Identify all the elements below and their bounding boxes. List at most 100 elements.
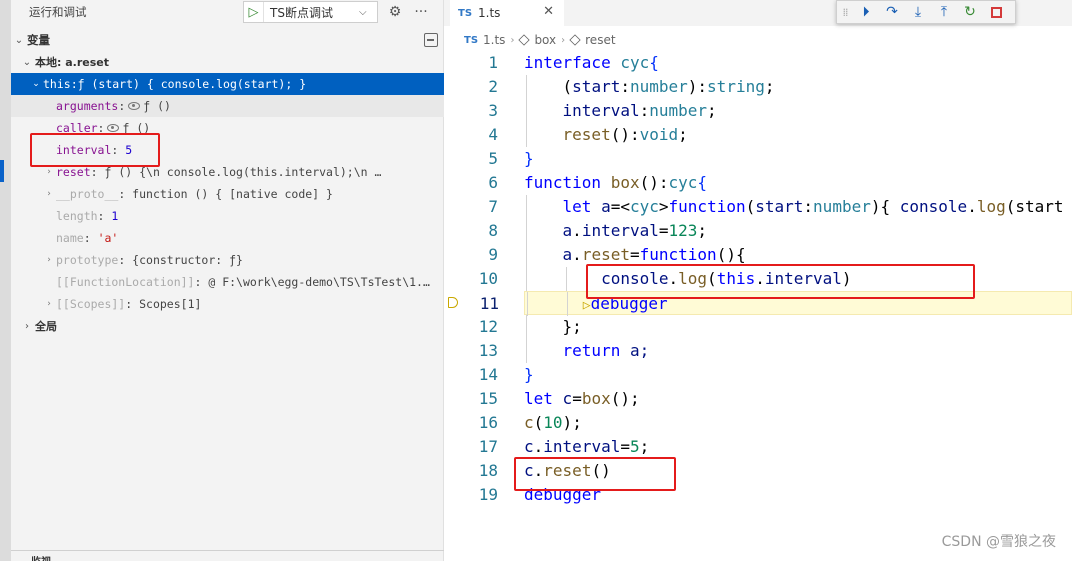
breadcrumb: TS 1.ts › box › reset [464, 30, 616, 50]
variable-key: length [56, 209, 98, 223]
step-over-icon[interactable]: ↷ [879, 1, 905, 23]
local-scope-header[interactable]: ⌄ 本地: a.reset [11, 51, 444, 73]
code-text: return a; [562, 341, 650, 360]
code-line[interactable]: 2 (start:number):string; [444, 75, 1072, 99]
code-line[interactable]: 3 interval:number; [444, 99, 1072, 123]
line-number: 16 [478, 413, 498, 432]
eye-icon[interactable] [107, 124, 120, 132]
line-number: 4 [488, 125, 498, 144]
variable-key: prototype [56, 253, 119, 267]
debug-sidebar: 运行和调试 ▷ TS断点调试 ⌵ ⚙ ··· ⌄ 变量 ⌄ 本地: a.rese… [0, 0, 444, 561]
variable-key: arguments [56, 99, 119, 113]
code-line[interactable]: 1 interface cyc{ [444, 51, 1072, 75]
code-text: } [524, 149, 534, 168]
chevron-right-icon: › [561, 34, 566, 46]
chevron-down-icon: ⌄ [22, 56, 32, 68]
variable-row-scopes[interactable]: › [[Scopes]]: Scopes[1] [11, 293, 444, 315]
variable-row-function-location[interactable]: [[FunctionLocation]]: @ F:\work\egg-demo… [11, 271, 444, 293]
typescript-file-icon: TS [458, 7, 473, 19]
variables-section-header[interactable]: ⌄ 变量 [11, 29, 444, 51]
code-text: }; [562, 317, 582, 336]
step-out-icon[interactable]: ⤒ [931, 1, 957, 23]
line-number: 1 [488, 53, 498, 72]
variable-row-name[interactable]: name: 'a' [11, 227, 444, 249]
function-symbol-icon [518, 34, 531, 46]
variable-row-this[interactable]: ⌄ this: ƒ (start) { console.log(start); … [11, 73, 444, 95]
breadcrumb-symbol-box[interactable]: box [534, 33, 556, 47]
code-line[interactable]: 5 } [444, 147, 1072, 171]
variable-key: reset [56, 165, 91, 179]
code-text: function box():cyc{ [524, 173, 708, 192]
variable-value: ƒ () {\n console.log(this.interval);\n … [104, 165, 382, 179]
chevron-right-icon: › [25, 320, 29, 332]
eye-icon[interactable] [128, 102, 141, 110]
variable-key: name [56, 231, 84, 245]
code-line[interactable]: 16 c(10); [444, 411, 1072, 435]
breadcrumb-symbol-reset[interactable]: reset [585, 33, 615, 47]
line-number: 14 [478, 365, 498, 384]
more-actions-icon[interactable]: ··· [412, 3, 430, 21]
global-scope-header[interactable]: › 全局 [11, 315, 444, 337]
highlight-box-interval [30, 133, 160, 167]
variable-row-length[interactable]: length: 1 [11, 205, 444, 227]
code-editor: TS 1.ts ✕ ⁞⁞ ⏵ ↷ ⤓ ⤒ ↻ TS 1.ts › box › r… [444, 0, 1072, 561]
line-number: 13 [478, 341, 498, 360]
launch-config-select[interactable]: ▷ TS断点调试 ⌵ [243, 1, 378, 23]
line-number: 7 [488, 197, 498, 216]
variable-value: 'a' [97, 231, 119, 245]
code-text: a.interval=123; [562, 221, 708, 240]
close-icon[interactable]: ✕ [543, 4, 554, 19]
step-into-icon[interactable]: ⤓ [905, 1, 931, 23]
code-text: reset():void; [562, 125, 688, 144]
variable-row-prototype[interactable]: › prototype: {constructor: ƒ} [11, 249, 444, 271]
variable-value: ƒ () [143, 99, 171, 113]
chevron-down-icon: ⌄ [32, 79, 40, 89]
code-line[interactable]: 14 } [444, 363, 1072, 387]
code-line[interactable]: 15 let c=box(); [444, 387, 1072, 411]
variable-row-arguments[interactable]: arguments: ƒ () [11, 95, 444, 117]
code-line[interactable]: 17 c.interval=5; [444, 435, 1072, 459]
watch-section-header[interactable]: 监视 [11, 550, 444, 561]
variable-key: __proto__ [56, 187, 119, 201]
watermark: CSDN @雪狼之夜 [941, 534, 1056, 550]
code-text: let c=box(); [524, 389, 640, 408]
variable-value: @ F:\work\egg-demo\TS\TsTest\1.… [208, 275, 430, 289]
tab-1-ts[interactable]: TS 1.ts ✕ [450, 0, 564, 26]
line-number: 9 [488, 245, 498, 264]
variable-value: 1 [111, 209, 119, 223]
code-line[interactable]: 7 let a=<cyc>function(start:number){ con… [444, 195, 1072, 219]
highlight-box-reset-call [514, 457, 676, 491]
code-line[interactable]: 12 }; [444, 315, 1072, 339]
gear-icon[interactable]: ⚙ [386, 3, 404, 21]
drag-handle-icon[interactable]: ⁞⁞ [837, 6, 853, 19]
line-number: 15 [478, 389, 498, 408]
start-debugging-icon[interactable]: ▷ [244, 2, 264, 22]
code-text: (start:number):string; [562, 77, 775, 96]
restart-icon[interactable]: ↻ [957, 1, 983, 23]
collapse-all-icon[interactable] [424, 33, 438, 47]
code-text: c.interval=5; [524, 437, 650, 456]
code-line[interactable]: 6 function box():cyc{ [444, 171, 1072, 195]
typescript-file-icon: TS [464, 34, 479, 46]
line-number: 12 [478, 317, 498, 336]
highlight-box-console-log [586, 264, 975, 299]
debug-toolbar: ⁞⁞ ⏵ ↷ ⤓ ⤒ ↻ [836, 0, 1016, 24]
stop-icon[interactable] [983, 1, 1009, 23]
code-text: let a=<cyc>function(start:number){ conso… [562, 197, 1064, 216]
line-number: 6 [488, 173, 498, 192]
continue-icon[interactable]: ⏵ [853, 1, 879, 23]
code-line[interactable]: 13 return a; [444, 339, 1072, 363]
line-number: 18 [478, 461, 498, 480]
variable-row-proto[interactable]: › __proto__: function () { [native code]… [11, 183, 444, 205]
chevron-right-icon: › [47, 189, 51, 199]
variable-value: Scopes[1] [139, 297, 202, 311]
code-text: c(10); [524, 413, 582, 432]
line-number: 8 [488, 221, 498, 240]
code-line[interactable]: 4 reset():void; [444, 123, 1072, 147]
breadcrumb-file[interactable]: 1.ts [483, 33, 505, 47]
chevron-down-icon[interactable]: ⌵ [359, 7, 377, 18]
line-number: 3 [488, 101, 498, 120]
code-line[interactable]: 8 a.interval=123; [444, 219, 1072, 243]
debug-view-title: 运行和调试 [29, 5, 87, 19]
variables-section-title: 变量 [27, 33, 50, 47]
